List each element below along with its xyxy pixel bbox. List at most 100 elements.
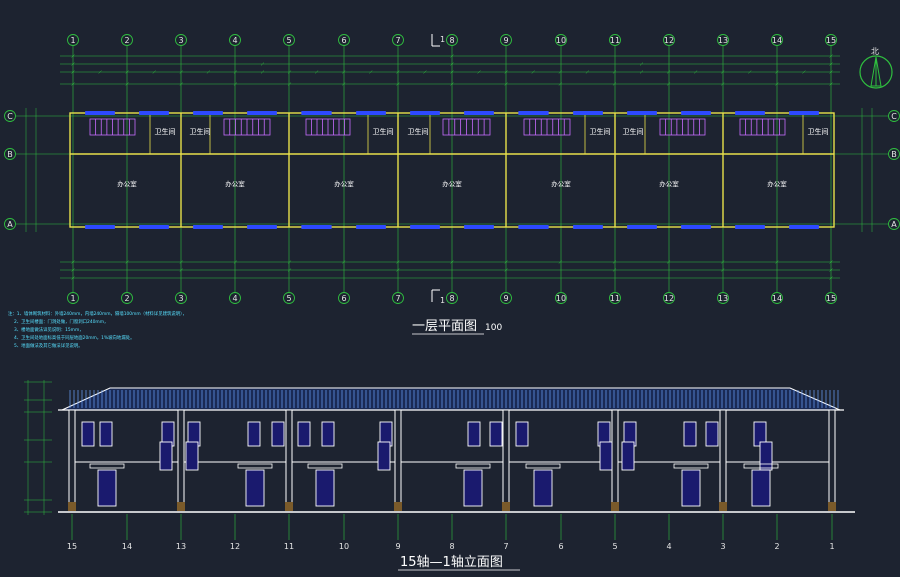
window-south: [247, 225, 277, 229]
north-arrow: 北: [859, 47, 893, 89]
window-north: [193, 111, 223, 115]
window-north: [789, 111, 819, 115]
axis-label-2: 2: [124, 294, 129, 303]
column: [177, 409, 185, 511]
upper-window: [467, 421, 481, 447]
axis-label-4: 4: [232, 36, 237, 45]
room-label-toilet: 卫生间: [190, 127, 211, 136]
axis-label-15: 15: [826, 36, 836, 45]
axis-label-5: 5: [286, 294, 291, 303]
column-base: [394, 502, 402, 511]
door: [245, 469, 265, 507]
column-base: [68, 502, 76, 511]
window-south: [464, 225, 494, 229]
window-south: [518, 225, 549, 229]
axis-label-11: 11: [610, 294, 620, 303]
column: [68, 409, 76, 511]
elev-axis-label-14: 14: [122, 542, 132, 551]
door-canopy: [525, 463, 561, 469]
axis-label-7: 7: [395, 36, 400, 45]
window-north: [247, 111, 277, 115]
axis-label-3: 3: [178, 294, 183, 303]
plan-axis-lines: [72, 46, 832, 292]
elevation-windows: [81, 421, 779, 507]
row-label-B: B: [7, 150, 13, 159]
column: [611, 409, 619, 511]
door: [315, 469, 335, 507]
room-label-toilet: 卫生间: [590, 127, 611, 136]
level-marks: [24, 380, 52, 515]
note-2: 2、卫生间楼面：门洞处做，门窗洞口240mm，: [14, 318, 108, 325]
elev-axis-label-12: 12: [230, 542, 240, 551]
section-mark-top-label: 1: [440, 35, 445, 44]
room-label-toilet: 卫生间: [408, 127, 429, 136]
elevation-body: [58, 409, 855, 513]
axis-label-9: 9: [503, 294, 508, 303]
window-north: [735, 111, 765, 115]
row-label-A: A: [891, 220, 897, 229]
column-base: [611, 502, 619, 511]
dimension-lines: [25, 54, 873, 280]
axis-label-10: 10: [556, 294, 566, 303]
elevation-axis-bubbles: 15 14 13 12 11 10 9 8 7 6 5 4 3 2 1: [67, 514, 835, 551]
window-north: [627, 111, 657, 115]
note-1: 注：1、墙体砌筑材料：外墙240mm，内墙240mm，隔墙100mm（材料详见建…: [8, 310, 187, 317]
elevation-title: 15轴—1轴立面图: [400, 555, 503, 570]
row-label-C: C: [891, 112, 897, 121]
row-label-B: B: [891, 150, 897, 159]
design-notes: 注：1、墙体砌筑材料：外墙240mm，内墙240mm，隔墙100mm（材料详见建…: [8, 310, 187, 349]
window-north: [139, 111, 169, 115]
window-south: [139, 225, 169, 229]
window-north: [85, 111, 115, 115]
north-label: 北: [871, 47, 879, 56]
window-south: [789, 225, 819, 229]
elev-axis-label-5: 5: [612, 542, 617, 551]
axis-label-14: 14: [772, 36, 782, 45]
section-mark-bottom: 1: [431, 289, 445, 305]
axis-label-13: 13: [718, 36, 728, 45]
room-label-toilet: 卫生间: [623, 127, 644, 136]
door-canopy: [455, 463, 491, 469]
plan-title-block: 一层平面图 100: [412, 319, 502, 335]
axis-label-12: 12: [664, 294, 674, 303]
row-label-A: A: [7, 220, 13, 229]
window: [377, 441, 391, 471]
upper-window: [705, 421, 719, 447]
note-5: 5、地面做法及其它做法详见说明。: [14, 342, 83, 349]
column: [394, 409, 402, 511]
room-label-office: 办公室: [551, 179, 571, 188]
window-south: [193, 225, 223, 229]
window-north: [301, 111, 332, 115]
axis-label-4: 4: [232, 294, 237, 303]
axis-label-5: 5: [286, 36, 291, 45]
axis-label-6: 6: [341, 294, 346, 303]
elev-axis-label-15: 15: [67, 542, 77, 551]
window-north: [356, 111, 386, 115]
window: [759, 441, 773, 471]
elev-axis-label-13: 13: [176, 542, 186, 551]
window-south: [627, 225, 657, 229]
elev-axis-label-6: 6: [558, 542, 563, 551]
axis-label-15: 15: [826, 294, 836, 303]
axis-label-11: 11: [610, 36, 620, 45]
elev-axis-label-3: 3: [720, 542, 725, 551]
window-south: [735, 225, 765, 229]
column: [285, 409, 293, 511]
column: [719, 409, 727, 511]
room-label-toilet: 卫生间: [155, 127, 176, 136]
elev-axis-label-1: 1: [829, 542, 834, 551]
elev-axis-label-8: 8: [449, 542, 454, 551]
window-south: [356, 225, 386, 229]
window-north: [681, 111, 711, 115]
axis-label-14: 14: [772, 294, 782, 303]
axis-label-13: 13: [718, 294, 728, 303]
room-label-office: 办公室: [767, 179, 787, 188]
room-label-office: 办公室: [442, 179, 462, 188]
door: [681, 469, 701, 507]
upper-window: [683, 421, 697, 447]
room-label-office: 办公室: [334, 179, 354, 188]
axis-label-10: 10: [556, 36, 566, 45]
column: [828, 409, 836, 511]
room-label-toilet: 卫生间: [808, 127, 829, 136]
column-base: [828, 502, 836, 511]
